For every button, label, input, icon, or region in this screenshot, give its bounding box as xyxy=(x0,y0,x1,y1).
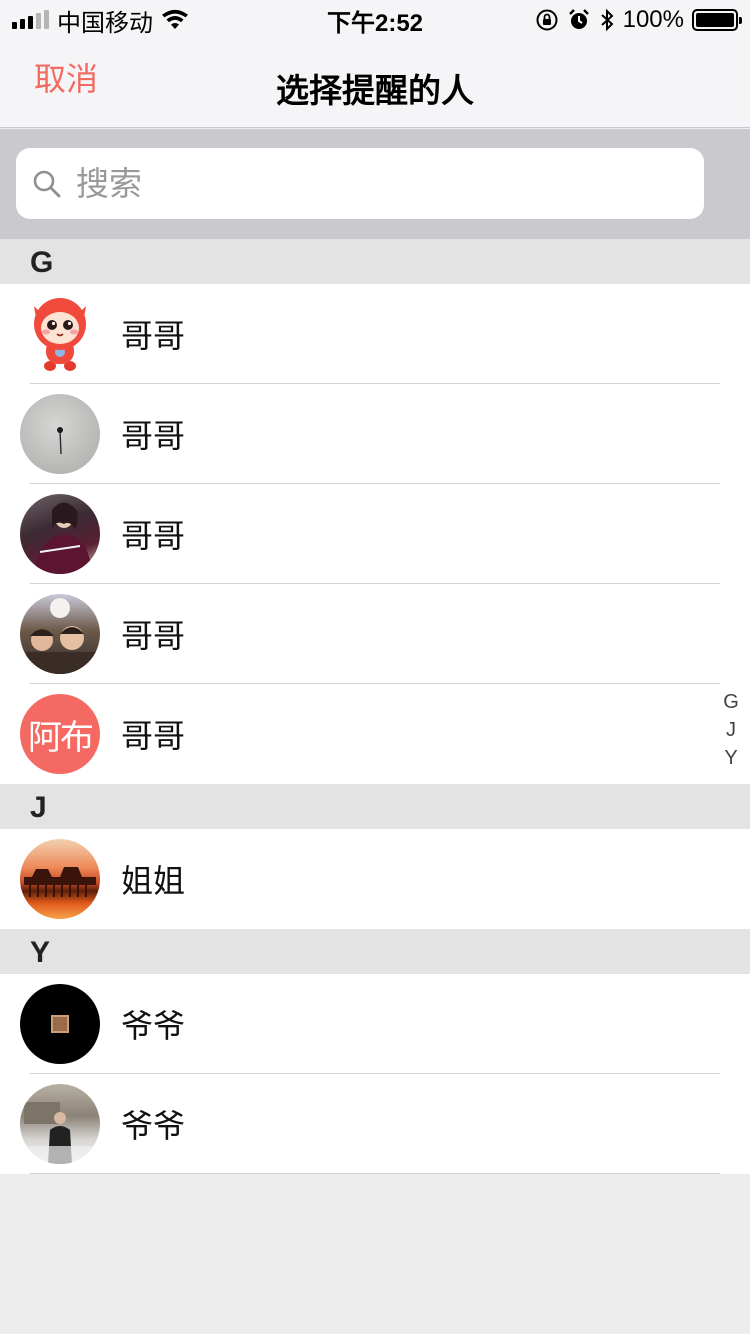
contact-list: G 哥哥 哥哥 哥哥 哥哥 阿布 哥哥 J 姐姐 Y 爷爷 爷爷 xyxy=(0,239,750,1174)
contact-name: 哥哥 xyxy=(121,618,186,654)
contact-row[interactable]: 哥哥 xyxy=(0,384,750,484)
contact-row[interactable]: 哥哥 xyxy=(0,284,750,384)
index-letter-g[interactable]: G xyxy=(723,690,739,715)
battery-icon xyxy=(692,9,742,31)
contact-row[interactable]: 爷爷 xyxy=(0,1074,750,1174)
wifi-icon xyxy=(162,9,188,29)
navigation-bar: 取消 选择提醒的人 xyxy=(0,40,750,128)
section-header-g: G xyxy=(0,239,750,284)
row-divider xyxy=(30,1173,720,1174)
contact-row[interactable]: 姐姐 xyxy=(0,829,750,929)
status-bar: 中国移动 下午2:52 100% xyxy=(0,0,750,40)
bluetooth-icon xyxy=(600,8,614,32)
contact-name: 爷爷 xyxy=(121,1108,186,1144)
contact-row[interactable]: 哥哥 xyxy=(0,484,750,584)
avatar: 阿布 xyxy=(20,694,100,774)
battery-percent: 100% xyxy=(622,6,684,33)
avatar xyxy=(20,1084,100,1164)
page-title: 选择提醒的人 xyxy=(276,72,474,109)
contact-row[interactable]: 爷爷 xyxy=(0,974,750,1074)
contact-row[interactable]: 哥哥 xyxy=(0,584,750,684)
avatar xyxy=(20,494,100,574)
photo-avatar-image xyxy=(20,1102,100,1164)
carrier-label: 中国移动 xyxy=(57,9,153,37)
avatar xyxy=(20,839,100,919)
search-input[interactable] xyxy=(76,164,636,203)
status-time: 下午2:52 xyxy=(326,9,424,37)
contact-name: 爷爷 xyxy=(121,1008,186,1044)
index-letter-j[interactable]: J xyxy=(726,718,736,743)
search-bar xyxy=(0,129,750,239)
index-letter-y[interactable]: Y xyxy=(724,746,737,771)
alarm-icon xyxy=(568,9,589,29)
photo-avatar-image xyxy=(24,867,96,897)
photo-avatar-image xyxy=(51,1015,69,1033)
cartoon-avatar-image xyxy=(34,298,86,371)
contact-name: 姐姐 xyxy=(121,863,186,899)
photo-avatar-image xyxy=(34,502,92,574)
search-icon xyxy=(33,170,61,197)
contact-name: 哥哥 xyxy=(121,418,186,454)
avatar xyxy=(20,984,100,1064)
avatar xyxy=(20,294,100,374)
contact-name: 哥哥 xyxy=(121,718,186,754)
photo-avatar-image xyxy=(26,598,96,674)
contact-name: 哥哥 xyxy=(121,318,186,354)
avatar xyxy=(20,394,100,474)
signal-strength-icon xyxy=(12,10,49,29)
contact-row[interactable]: 阿布 哥哥 xyxy=(0,684,750,784)
search-field[interactable] xyxy=(16,148,704,219)
section-header-j: J xyxy=(0,784,750,829)
section-index: G J Y xyxy=(720,690,742,771)
photo-avatar-image xyxy=(57,427,63,455)
section-header-y: Y xyxy=(0,929,750,974)
avatar xyxy=(20,594,100,674)
rotation-lock-icon xyxy=(536,9,558,31)
contact-name: 哥哥 xyxy=(121,518,186,554)
